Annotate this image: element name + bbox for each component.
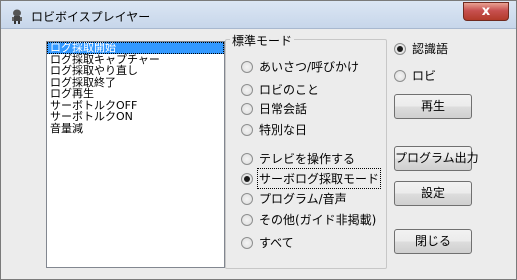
radio-recognition-word[interactable]: 認識語 xyxy=(394,40,448,57)
radio-button[interactable] xyxy=(241,102,253,115)
radio-program-voice[interactable]: プログラム/音声 xyxy=(241,190,347,207)
radio-greeting[interactable]: あいさつ/呼びかけ xyxy=(241,58,359,75)
list-item[interactable]: ログ採取やり直し xyxy=(47,65,224,77)
radio-button[interactable] xyxy=(241,152,253,165)
radio-robi[interactable]: ロビ xyxy=(394,67,436,84)
radio-label: 認識語 xyxy=(412,42,449,56)
window-title: ロビボイスプレイヤー xyxy=(31,10,151,24)
radio-label: サーボログ採取モード xyxy=(256,168,382,189)
close-button[interactable]: 閉じる xyxy=(394,229,472,254)
radio-button[interactable] xyxy=(241,192,253,205)
radio-tv-control[interactable]: テレビを操作する xyxy=(241,150,355,167)
play-button[interactable]: 再生 xyxy=(394,94,472,119)
radio-all[interactable]: すべて xyxy=(241,234,294,251)
radio-label: あいさつ/呼びかけ xyxy=(259,60,360,74)
radio-button[interactable] xyxy=(241,60,253,73)
radio-special-day[interactable]: 特別な日 xyxy=(241,121,307,138)
radio-label: テレビを操作する xyxy=(259,152,356,166)
radio-button[interactable] xyxy=(241,236,253,249)
title-bar[interactable]: ロビボイスプレイヤー x xyxy=(1,1,516,29)
robot-icon xyxy=(9,8,25,24)
list-item[interactable]: ログ採取開始 xyxy=(47,42,224,54)
window-close-button[interactable]: x xyxy=(463,2,509,21)
program-output-button[interactable]: プログラム出力 xyxy=(394,146,479,171)
radio-button[interactable] xyxy=(241,213,253,226)
list-item[interactable]: サーボトルクON xyxy=(47,111,224,123)
radio-servo-log-mode[interactable]: サーボログ採取モード xyxy=(241,168,382,189)
list-item[interactable]: ログ再生 xyxy=(47,88,224,100)
radio-label: 特別な日 xyxy=(259,123,308,137)
list-item[interactable]: 音量減 xyxy=(47,122,224,135)
mode-group-label: 標準モード xyxy=(230,32,295,49)
radio-button[interactable] xyxy=(241,83,253,96)
radio-other[interactable]: その他(ガイド非掲載) xyxy=(241,211,376,228)
radio-button-checked[interactable] xyxy=(394,42,406,55)
radio-daily-conversation[interactable]: 日常会話 xyxy=(241,100,307,117)
settings-button[interactable]: 設定 xyxy=(394,181,472,206)
radio-about-robi[interactable]: ロビのこと xyxy=(241,81,319,98)
radio-label: ロビ xyxy=(412,69,437,83)
radio-label: すべて xyxy=(259,236,294,250)
main-window: ロビボイスプレイヤー x ログ採取開始 ログ採取キャプチャー ログ採取やり直し … xyxy=(0,0,517,280)
radio-button[interactable] xyxy=(394,69,406,82)
radio-button-checked[interactable] xyxy=(241,172,253,185)
radio-label: ロビのこと xyxy=(259,83,320,97)
radio-label: プログラム/音声 xyxy=(259,192,347,206)
radio-label: 日常会話 xyxy=(259,102,308,116)
radio-button[interactable] xyxy=(241,123,253,136)
close-icon: x xyxy=(481,4,491,19)
radio-label: その他(ガイド非掲載) xyxy=(259,213,377,227)
command-listbox[interactable]: ログ採取開始 ログ採取キャプチャー ログ採取やり直し ログ採取終了 ログ再生 サ… xyxy=(46,41,225,268)
